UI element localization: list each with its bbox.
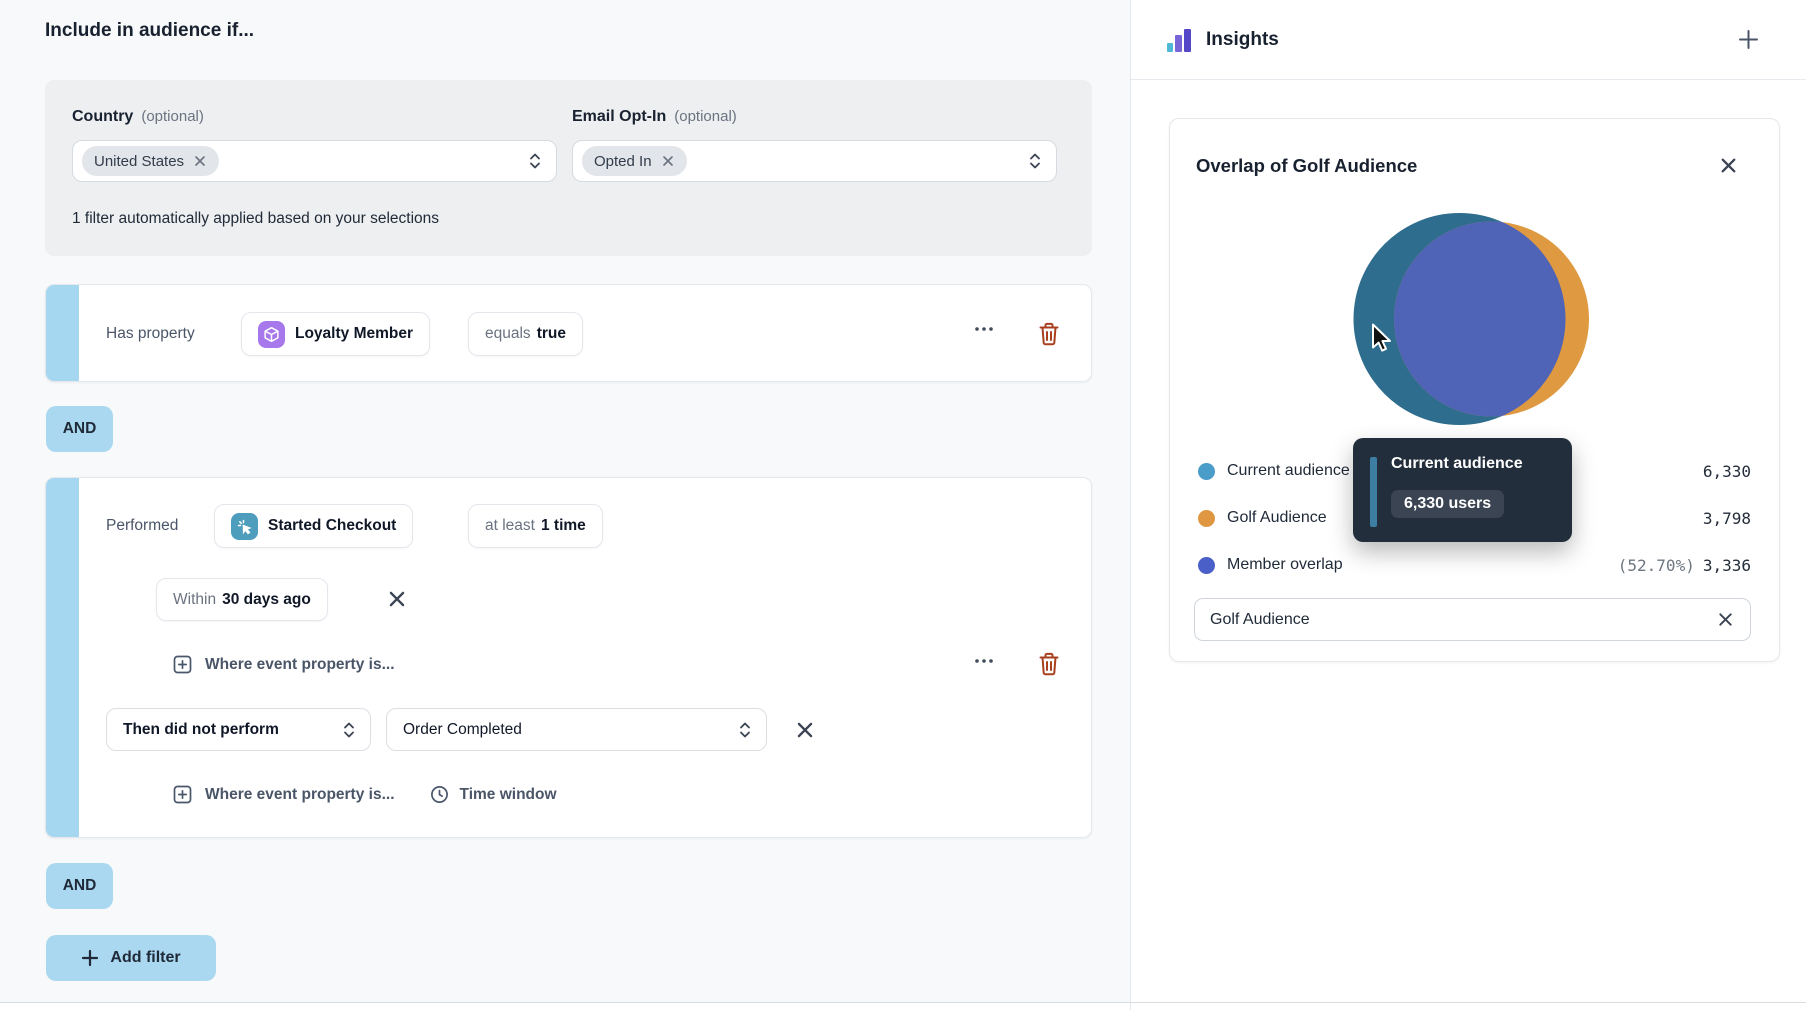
event-click-icon [231,512,258,540]
chevron-updown-icon [1028,150,1042,172]
operator-value: true [536,325,566,342]
bar-chart-icon [1167,25,1194,54]
auto-filter-note: 1 filter automatically applied based on … [72,210,440,227]
operator-value-button[interactable]: equals true [468,312,583,356]
delete-condition-icon[interactable] [1037,321,1061,347]
property-picker-button[interactable]: Loyalty Member [241,312,431,356]
plus-square-icon [173,655,192,674]
country-optional-label: (optional) [141,108,204,125]
legend-row-member-overlap[interactable]: Member overlap (52.70%) 3,336 [1198,554,1751,576]
plus-square-icon [173,785,192,804]
page-title: Include in audience if... [45,20,255,41]
insights-panel: Insights Overlap of Golf Audience Curren… [1130,0,1806,1010]
window-prefix: Within [173,590,217,608]
insights-title: Insights [1206,28,1279,50]
frequency-prefix: at least [485,517,535,534]
legend-value: 6,330 [1702,461,1751,481]
condition-card-event: Performed Started Checkout at least 1 ti… [45,477,1092,838]
legend-label: Member overlap [1227,556,1343,573]
frequency-button[interactable]: at least 1 time [468,504,603,548]
insights-header: Insights [1131,0,1806,80]
legend-label: Golf Audience [1227,509,1327,526]
chevron-updown-icon [738,719,752,741]
where-event-property-label: Where event property is... [205,655,395,673]
and-connector-badge: AND [46,406,113,452]
overlap-insight-card: Overlap of Golf Audience Current audienc… [1169,118,1780,662]
add-filter-label: Add filter [110,949,181,966]
country-label-row: Country (optional) [72,108,557,126]
time-window-label: Time window [459,785,557,803]
remove-then-clause-icon[interactable] [794,719,816,741]
add-filter-button[interactable]: Add filter [46,935,216,981]
plus-icon [81,949,99,967]
legend-percent: (52.70%) [1617,555,1695,575]
email-optin-trait: Email Opt-In (optional) Opted In [572,108,1057,182]
country-chip[interactable]: United States [82,146,220,176]
where-event-property-button[interactable]: Where event property is... [173,655,395,674]
email-optin-chip-label: Opted In [594,152,652,170]
more-options-icon[interactable] [974,658,994,664]
then-operator-value: Then did not perform [123,720,279,738]
legend-dot-golf [1198,509,1215,527]
country-trait: Country (optional) United States [72,108,557,182]
close-insight-icon[interactable] [1718,155,1739,176]
email-label-row: Email Opt-In (optional) [572,108,1057,126]
country-chip-label: United States [94,152,185,170]
condition-card-property: Has property Loyalty Member equals true [45,284,1092,382]
tooltip-value-chip: 6,330 users [1391,490,1505,518]
time-window-button[interactable]: Within 30 days ago [156,578,328,621]
event-name: Started Checkout [268,517,397,534]
condition-prefix-label: Has property [106,325,195,342]
clock-icon [430,785,449,804]
audience-builder-app: Include in audience if... Country (option… [0,0,1806,1010]
and-connector-badge: AND [46,863,113,909]
add-insight-icon[interactable] [1737,28,1760,51]
chart-tooltip: Current audience 6,330 users [1353,438,1572,542]
tooltip-title: Current audience [1391,455,1523,472]
legend-dot-current [1198,462,1215,480]
window-value: 30 days ago [222,590,311,608]
then-operator-select[interactable]: Then did not perform [106,708,371,751]
operator-label: equals [485,325,531,342]
email-optin-chip-remove-icon[interactable] [661,154,675,168]
country-select[interactable]: United States [72,140,557,182]
bottom-divider [0,1002,1806,1003]
event-picker-button[interactable]: Started Checkout [214,504,414,548]
mouse-cursor [1371,323,1395,355]
where-event-property-label: Where event property is... [205,785,395,803]
then-event-value: Order Completed [403,720,522,738]
event-prefix-label: Performed [106,517,179,534]
chevron-updown-icon [342,719,356,741]
property-name: Loyalty Member [295,325,414,342]
legend-value: 3,798 [1702,508,1751,528]
email-optin-label: Email Opt-In [572,108,667,125]
delete-condition-icon[interactable] [1037,651,1061,677]
tooltip-series-bar [1370,457,1377,527]
traits-filter-box: Country (optional) United States Email O… [45,80,1092,256]
condition-accent-strip [46,478,79,837]
country-label: Country [72,108,134,125]
legend-value: 3,336 [1702,555,1751,575]
legend-dot-overlap [1198,556,1215,574]
venn-diagram[interactable] [1170,119,1781,663]
chevron-updown-icon [528,150,542,172]
where-event-property-button[interactable]: Where event property is... Time window [173,785,557,804]
time-window-add-button[interactable]: Time window [430,785,557,804]
audience-conditions-panel: Include in audience if... Country (option… [0,0,1130,1002]
email-optional-label: (optional) [674,108,737,125]
remove-time-window-icon[interactable] [386,588,408,610]
property-cube-icon [258,320,285,348]
condition-accent-strip [46,285,79,381]
country-chip-remove-icon[interactable] [193,154,207,168]
then-event-select[interactable]: Order Completed [386,708,767,751]
more-options-icon[interactable] [974,326,994,332]
frequency-value: 1 time [540,517,586,534]
email-optin-select[interactable]: Opted In [572,140,1057,182]
email-optin-chip[interactable]: Opted In [582,146,687,176]
legend-label: Current audience [1227,462,1350,479]
